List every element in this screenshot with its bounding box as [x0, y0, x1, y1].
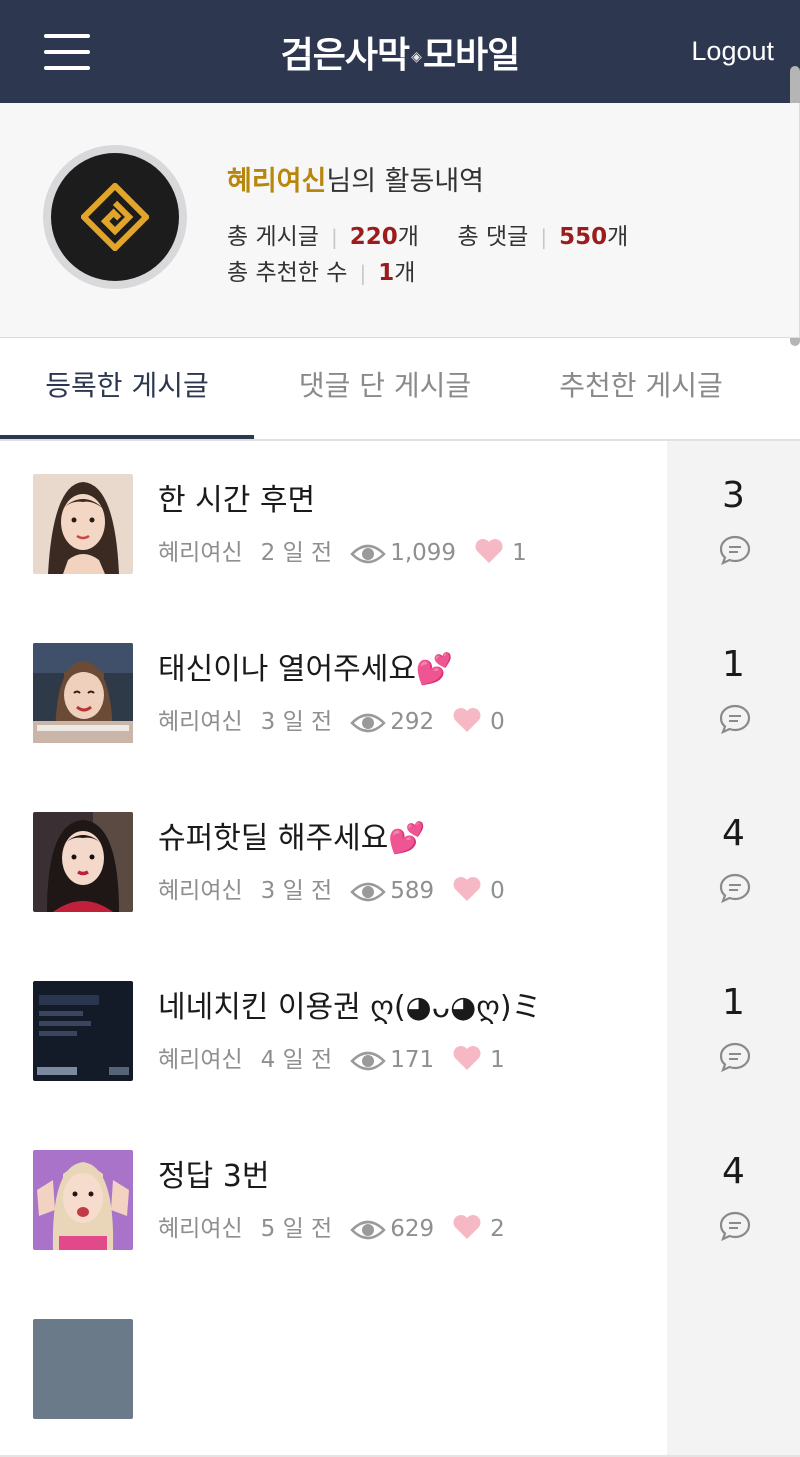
likes-label: 총 추천한 수	[227, 260, 348, 286]
post-time: 4 일 전	[260, 1047, 333, 1073]
comment-count: 3	[722, 475, 745, 516]
comment-bubble-icon	[719, 1042, 751, 1072]
view-count: 1,099	[390, 540, 457, 566]
comment-count: 4	[722, 813, 745, 854]
list-item[interactable]: 한 시간 후면 혜리여신 2 일 전 1,099 1 3	[0, 441, 800, 612]
eye-icon	[350, 1051, 386, 1071]
post-time: 5 일 전	[260, 1216, 333, 1242]
post-title[interactable]: 태신이나 열어주세요💕	[158, 644, 453, 688]
post-title[interactable]: 네네치킨 이용권 ღ(◕ᴗ◕ღ)ミ	[158, 982, 542, 1026]
list-item[interactable]: 슈퍼핫딜 해주세요💕 혜리여신 3 일 전 589 0 4	[0, 779, 800, 950]
posts-count: 220	[349, 224, 398, 250]
comment-count: 4	[722, 1151, 745, 1192]
post-thumbnail[interactable]	[33, 1319, 133, 1419]
likes-unit: 개	[394, 260, 416, 286]
like-count: 0	[490, 878, 505, 904]
avatar	[43, 145, 187, 289]
comment-bubble-icon	[719, 704, 751, 734]
list-item[interactable]	[0, 1286, 800, 1457]
post-author: 혜리여신	[158, 878, 243, 904]
comment-bubble-icon	[719, 535, 751, 565]
eye-icon	[350, 882, 386, 902]
like-count: 2	[490, 1216, 505, 1242]
post-time: 2 일 전	[260, 540, 333, 566]
posts-label: 총 게시글	[227, 224, 319, 250]
post-meta: 혜리여신 3 일 전 292 0	[158, 702, 505, 736]
comment-bubble-icon	[719, 873, 751, 903]
post-thumbnail[interactable]	[33, 643, 133, 743]
hamburger-menu-icon[interactable]	[44, 34, 90, 70]
profile-card: 혜리여신님의 활동내역 총 게시글 | 220개 총 댓글 | 550개 총 추천한 수…	[0, 103, 800, 338]
post-meta: 혜리여신 5 일 전 629 2	[158, 1209, 505, 1243]
brand-logo-part2: 모바일	[422, 35, 520, 76]
game-emblem-icon	[81, 183, 149, 251]
comment-count-cell[interactable]: 1	[667, 610, 800, 779]
comment-count-cell[interactable]: 4	[667, 1117, 800, 1286]
top-app-bar: 검은사막 ◈모바일 Logout	[0, 0, 800, 103]
post-thumbnail[interactable]	[33, 812, 133, 912]
heart-icon	[475, 539, 503, 563]
post-meta: 혜리여신 2 일 전 1,099 1	[158, 533, 527, 567]
post-thumbnail[interactable]	[33, 474, 133, 574]
heart-icon	[453, 877, 481, 901]
post-author: 혜리여신	[158, 709, 243, 735]
post-title[interactable]: 정답 3번	[158, 1151, 269, 1195]
like-count: 1	[490, 1047, 505, 1073]
comments-unit: 개	[607, 224, 629, 250]
post-author: 혜리여신	[158, 1047, 243, 1073]
list-item[interactable]: 태신이나 열어주세요💕 혜리여신 3 일 전 292 0 1	[0, 610, 800, 781]
view-count: 629	[390, 1216, 435, 1242]
comment-count: 1	[722, 982, 745, 1023]
logout-button[interactable]: Logout	[691, 36, 774, 67]
comment-count-cell[interactable]	[667, 1286, 800, 1455]
view-count: 589	[390, 878, 435, 904]
likes-count: 1	[378, 260, 395, 286]
comments-count: 550	[559, 224, 608, 250]
brand-diamond-icon: ◈	[411, 49, 422, 65]
post-author: 혜리여신	[158, 1216, 243, 1242]
view-count: 171	[390, 1047, 435, 1073]
comments-label: 총 댓글	[457, 224, 529, 250]
list-item[interactable]: 네네치킨 이용권 ღ(◕ᴗ◕ღ)ミ 혜리여신 4 일 전 171 1 1	[0, 948, 800, 1119]
heart-icon	[453, 1215, 481, 1239]
post-thumbnail[interactable]	[33, 981, 133, 1081]
post-title[interactable]: 슈퍼핫딜 해주세요💕	[158, 813, 426, 857]
like-count: 1	[512, 540, 527, 566]
tab-commented-posts[interactable]: 댓글 단 게시글	[254, 338, 516, 437]
heart-icon	[453, 708, 481, 732]
view-count: 292	[390, 709, 435, 735]
stats-line-1: 총 게시글 | 220개 총 댓글 | 550개	[227, 224, 629, 250]
posts-unit: 개	[397, 224, 419, 250]
eye-icon	[350, 713, 386, 733]
profile-title: 혜리여신님의 활동내역	[227, 159, 484, 198]
brand-logo: 검은사막 ◈모바일	[0, 26, 800, 78]
profile-title-suffix: 님의 활동내역	[326, 166, 484, 197]
list-item[interactable]: 정답 3번 혜리여신 5 일 전 629 2 4	[0, 1117, 800, 1288]
comment-count-cell[interactable]: 1	[667, 948, 800, 1117]
activity-tabs: 등록한 게시글 댓글 단 게시글 추천한 게시글	[0, 338, 800, 441]
like-count: 0	[490, 709, 505, 735]
tab-liked-posts[interactable]: 추천한 게시글	[516, 338, 766, 437]
post-meta: 혜리여신 4 일 전 171 1	[158, 1040, 505, 1074]
post-time: 3 일 전	[260, 709, 333, 735]
post-time: 3 일 전	[260, 878, 333, 904]
profile-nickname: 혜리여신	[227, 166, 327, 197]
heart-icon	[453, 1046, 481, 1070]
brand-logo-part1: 검은사막	[280, 35, 410, 76]
comment-bubble-icon	[719, 1211, 751, 1241]
post-author: 혜리여신	[158, 540, 243, 566]
post-meta: 혜리여신 3 일 전 589 0	[158, 871, 505, 905]
post-thumbnail[interactable]	[33, 1150, 133, 1250]
stats-line-2: 총 추천한 수 | 1개	[227, 260, 416, 286]
eye-icon	[350, 1220, 386, 1240]
comment-count-cell[interactable]: 3	[667, 441, 800, 610]
comment-count: 1	[722, 644, 745, 685]
post-title[interactable]: 한 시간 후면	[158, 475, 315, 519]
eye-icon	[350, 544, 386, 564]
comment-count-cell[interactable]: 4	[667, 779, 800, 948]
tab-my-posts[interactable]: 등록한 게시글	[0, 338, 254, 439]
